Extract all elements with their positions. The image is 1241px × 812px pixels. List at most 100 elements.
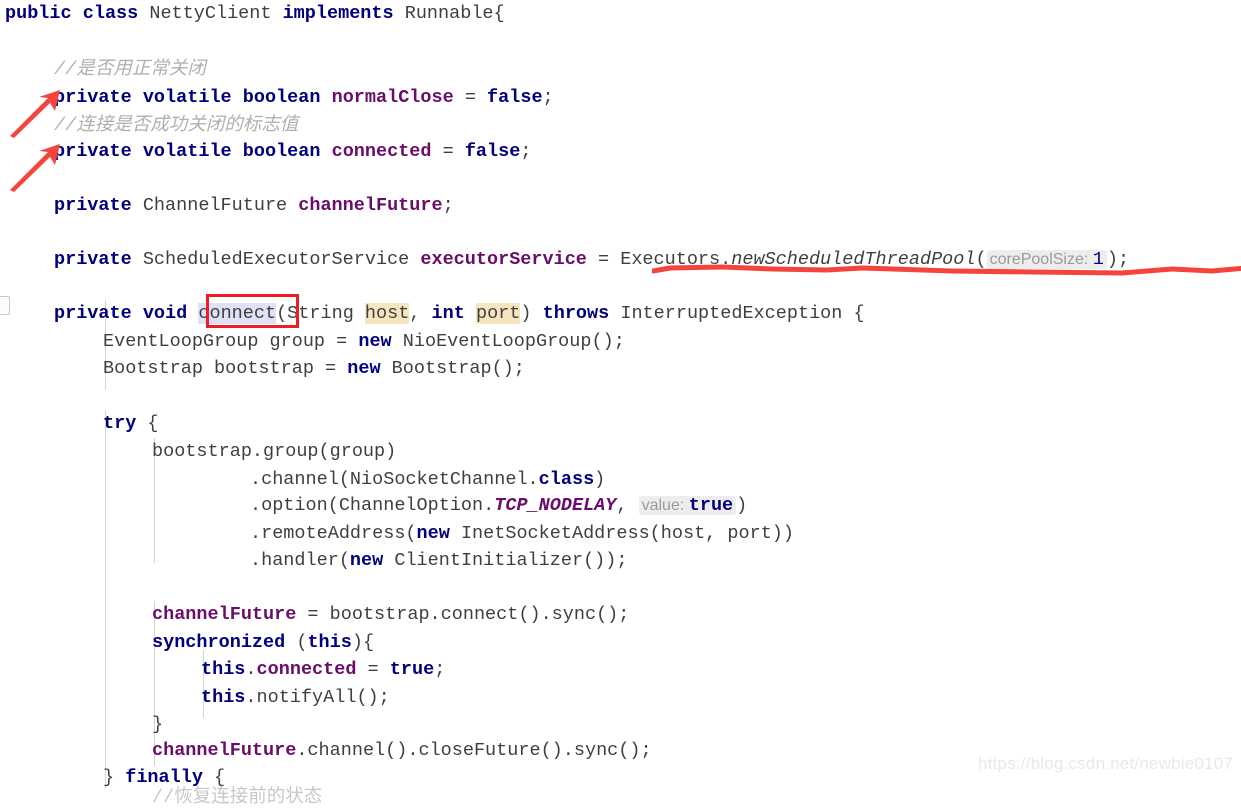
code-token: false <box>487 87 543 108</box>
code-line[interactable]: Bootstrap bootstrap = new Bootstrap(); <box>103 355 525 383</box>
code-token: Bootstrap(); <box>380 358 525 379</box>
code-line[interactable]: private volatile boolean normalClose = f… <box>54 84 554 112</box>
code-editor[interactable]: public class NettyClient implements Runn… <box>0 0 1241 808</box>
code-token: .handler( <box>250 550 350 571</box>
code-token: //连接是否成功关闭的标志值 <box>54 115 299 136</box>
parameter-hint-name: value: <box>641 497 689 514</box>
code-token: ) <box>594 469 606 490</box>
annotation-red-underline <box>650 262 1241 283</box>
code-line[interactable]: private void connect(String host, int po… <box>54 300 865 328</box>
code-token: .channel(NioSocketChannel. <box>250 469 539 490</box>
code-line[interactable]: synchronized (this){ <box>152 629 374 657</box>
code-token: bootstrap.group(group) <box>152 441 397 462</box>
code-token: volatile <box>142 87 232 108</box>
code-line[interactable]: .channel(NioSocketChannel.class) <box>250 466 605 494</box>
code-token: ; <box>442 195 454 216</box>
code-token: = <box>356 659 390 680</box>
code-token: (String <box>276 303 365 324</box>
code-token: Bootstrap bootstrap = <box>103 358 348 379</box>
code-token: ) <box>520 303 543 324</box>
code-token: implements <box>282 3 394 24</box>
code-line[interactable]: //是否用正常关闭 <box>54 56 206 84</box>
code-line[interactable]: .remoteAddress(new InetSocketAddress(hos… <box>250 520 794 548</box>
code-token: boolean <box>242 141 321 162</box>
code-token: , <box>409 303 432 324</box>
code-line[interactable]: this.connected = true; <box>201 656 445 684</box>
code-token: private <box>54 87 132 108</box>
code-token: InterruptedException { <box>609 303 865 324</box>
code-token: ){ <box>351 632 375 653</box>
code-token: = <box>431 141 465 162</box>
code-token: ; <box>542 87 554 108</box>
code-token: //是否用正常关闭 <box>54 59 206 80</box>
code-token: volatile <box>142 141 232 162</box>
code-token: ; <box>434 659 446 680</box>
code-token: public <box>5 3 72 24</box>
annotation-red-arrow-connected <box>8 142 64 197</box>
code-line[interactable]: private volatile boolean connected = fal… <box>54 138 531 166</box>
code-token: new <box>347 358 381 379</box>
code-token: private <box>54 141 132 162</box>
code-token: } <box>103 767 126 788</box>
code-text[interactable]: public class NettyClient implements Runn… <box>0 0 1241 788</box>
code-token: executorService <box>420 249 587 270</box>
code-token: new <box>358 331 392 352</box>
code-line[interactable]: channelFuture.channel().closeFuture().sy… <box>152 737 652 765</box>
code-token: NettyClient <box>138 3 283 24</box>
code-token: true <box>389 659 435 680</box>
code-token: channelFuture <box>152 740 297 761</box>
code-token: = bootstrap.connect().sync(); <box>296 604 630 625</box>
code-token: boolean <box>242 87 321 108</box>
code-token: ClientInitializer()); <box>383 550 628 571</box>
code-token: ChannelFuture <box>131 195 299 216</box>
code-token: try <box>103 413 137 434</box>
highlighted-parameter[interactable]: port <box>475 303 521 324</box>
parameter-hint-value: true <box>688 495 734 516</box>
code-token: ) <box>736 495 748 516</box>
code-token: synchronized <box>152 632 286 653</box>
code-line[interactable]: EventLoopGroup group = new NioEventLoopG… <box>103 328 625 356</box>
code-line[interactable]: public class NettyClient implements Runn… <box>5 0 505 28</box>
selected-identifier[interactable]: connect <box>198 303 277 324</box>
code-token: Runnable{ <box>393 3 505 24</box>
annotation-red-arrow-normalclose <box>8 88 64 143</box>
code-token: throws <box>542 303 610 324</box>
code-token: normalClose <box>331 87 454 108</box>
code-token: } <box>152 714 164 735</box>
code-token: .notifyAll(); <box>245 687 390 708</box>
code-token: this <box>201 687 246 708</box>
code-line[interactable]: .handler(new ClientInitializer()); <box>250 547 627 575</box>
code-token: ( <box>285 632 308 653</box>
highlighted-parameter[interactable]: host <box>364 303 410 324</box>
code-token: NioEventLoopGroup(); <box>391 331 625 352</box>
code-token: false <box>464 141 521 162</box>
code-token: TCP_NODELAY <box>494 495 617 516</box>
code-token: int <box>431 303 465 324</box>
code-token: channelFuture <box>152 604 297 625</box>
code-token: connected <box>256 659 357 680</box>
code-token: .remoteAddress( <box>250 523 417 544</box>
code-token: void <box>142 303 188 324</box>
code-token: ; <box>520 141 532 162</box>
code-line[interactable]: channelFuture = bootstrap.connect().sync… <box>152 601 629 629</box>
code-line[interactable]: } <box>152 711 163 739</box>
code-line[interactable]: private ChannelFuture channelFuture; <box>54 192 454 220</box>
code-token: channelFuture <box>298 195 443 216</box>
code-token: private <box>54 249 132 270</box>
clipped-bottom-line: //恢复连接前的状态 <box>152 787 323 808</box>
code-line[interactable]: this.notifyAll(); <box>201 684 390 712</box>
code-token: .channel().closeFuture().sync(); <box>296 740 652 761</box>
code-line[interactable]: //连接是否成功关闭的标志值 <box>54 112 298 140</box>
code-line[interactable]: bootstrap.group(group) <box>152 438 396 466</box>
code-line[interactable]: try { <box>103 410 159 438</box>
code-line[interactable]: .option(ChannelOption.TCP_NODELAY, value… <box>250 492 747 520</box>
code-token: new <box>349 550 384 571</box>
